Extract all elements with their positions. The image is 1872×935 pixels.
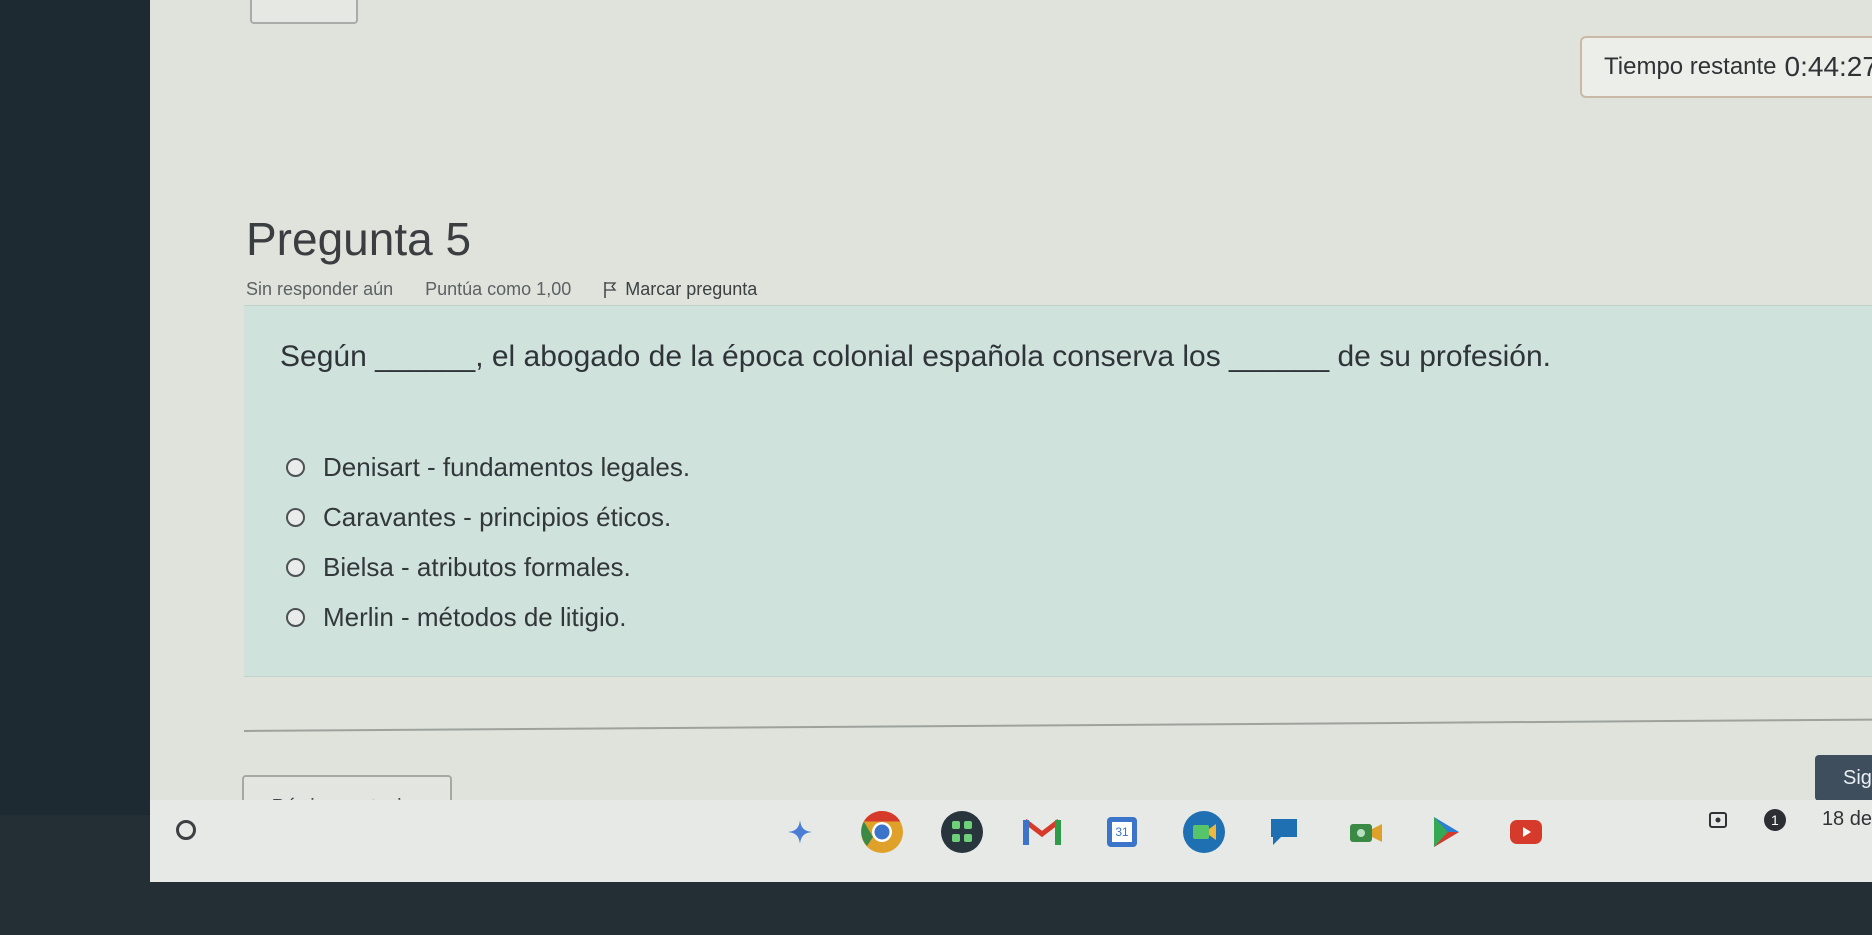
- play-store-icon[interactable]: [1424, 810, 1468, 854]
- meet-icon[interactable]: [1182, 810, 1226, 854]
- radio-button[interactable]: [286, 557, 305, 577]
- answer-option-label[interactable]: Caravantes - principios éticos.: [323, 502, 671, 533]
- camera-icon[interactable]: [1344, 810, 1388, 854]
- timer-label: Tiempo restante: [1604, 53, 1777, 80]
- calendar-icon[interactable]: 31: [1100, 810, 1144, 854]
- answer-option[interactable]: Bielsa - atributos formales.: [286, 542, 690, 592]
- classroom-icon[interactable]: [940, 810, 984, 854]
- youtube-icon[interactable]: [1504, 810, 1548, 854]
- question-text: Según ______, el abogado de la época col…: [280, 340, 1551, 373]
- flag-question-label: Marcar pregunta: [625, 279, 758, 299]
- os-shelf: 31 1 18 de: [150, 800, 1872, 882]
- flag-question-link[interactable]: Marcar pregunta: [603, 279, 757, 300]
- answer-options: Denisart - fundamentos legales. Caravant…: [286, 442, 690, 642]
- status-tray[interactable]: 1 18 de: [1708, 808, 1872, 831]
- launcher-icon[interactable]: [176, 820, 196, 840]
- next-page-button[interactable]: Sig: [1815, 755, 1872, 801]
- section-divider: [243, 718, 1872, 732]
- question-status: Sin responder aún: [246, 279, 394, 299]
- chat-icon[interactable]: [1262, 810, 1306, 854]
- date-label: 18 de: [1821, 808, 1872, 830]
- answer-option-label[interactable]: Bielsa - atributos formales.: [323, 552, 631, 583]
- radio-button[interactable]: [286, 507, 305, 527]
- gemini-icon[interactable]: [778, 810, 822, 854]
- question-score: Puntúa como 1,00: [425, 279, 572, 299]
- answer-option[interactable]: Caravantes - principios éticos.: [286, 492, 690, 542]
- chrome-icon[interactable]: [860, 810, 904, 854]
- radio-button[interactable]: [286, 457, 305, 477]
- notification-count-badge[interactable]: 1: [1763, 808, 1786, 831]
- question-meta: Sin responder aún Puntúa como 1,00 Marca…: [246, 279, 757, 300]
- answer-option[interactable]: Denisart - fundamentos legales.: [286, 442, 690, 492]
- screen-capture-icon[interactable]: [1708, 810, 1728, 830]
- answer-option-label[interactable]: Denisart - fundamentos legales.: [323, 452, 690, 483]
- top-button-stub[interactable]: [250, 0, 358, 24]
- gmail-icon[interactable]: [1020, 810, 1064, 854]
- timer-value: 0:44:27: [1784, 51, 1872, 82]
- answer-option-label[interactable]: Merlin - métodos de litigio.: [323, 602, 626, 633]
- calendar-day: 31: [1112, 822, 1132, 842]
- answer-option[interactable]: Merlin - métodos de litigio.: [286, 592, 690, 642]
- radio-button[interactable]: [286, 607, 305, 627]
- quiz-screen: Tiempo restante 0:44:27 Pregunta 5 Sin r…: [150, 0, 1872, 815]
- question-box: Según ______, el abogado de la época col…: [244, 305, 1872, 677]
- flag-icon: [604, 281, 617, 298]
- question-title: Pregunta 5: [246, 213, 472, 265]
- timer-box: Tiempo restante 0:44:27: [1580, 36, 1872, 98]
